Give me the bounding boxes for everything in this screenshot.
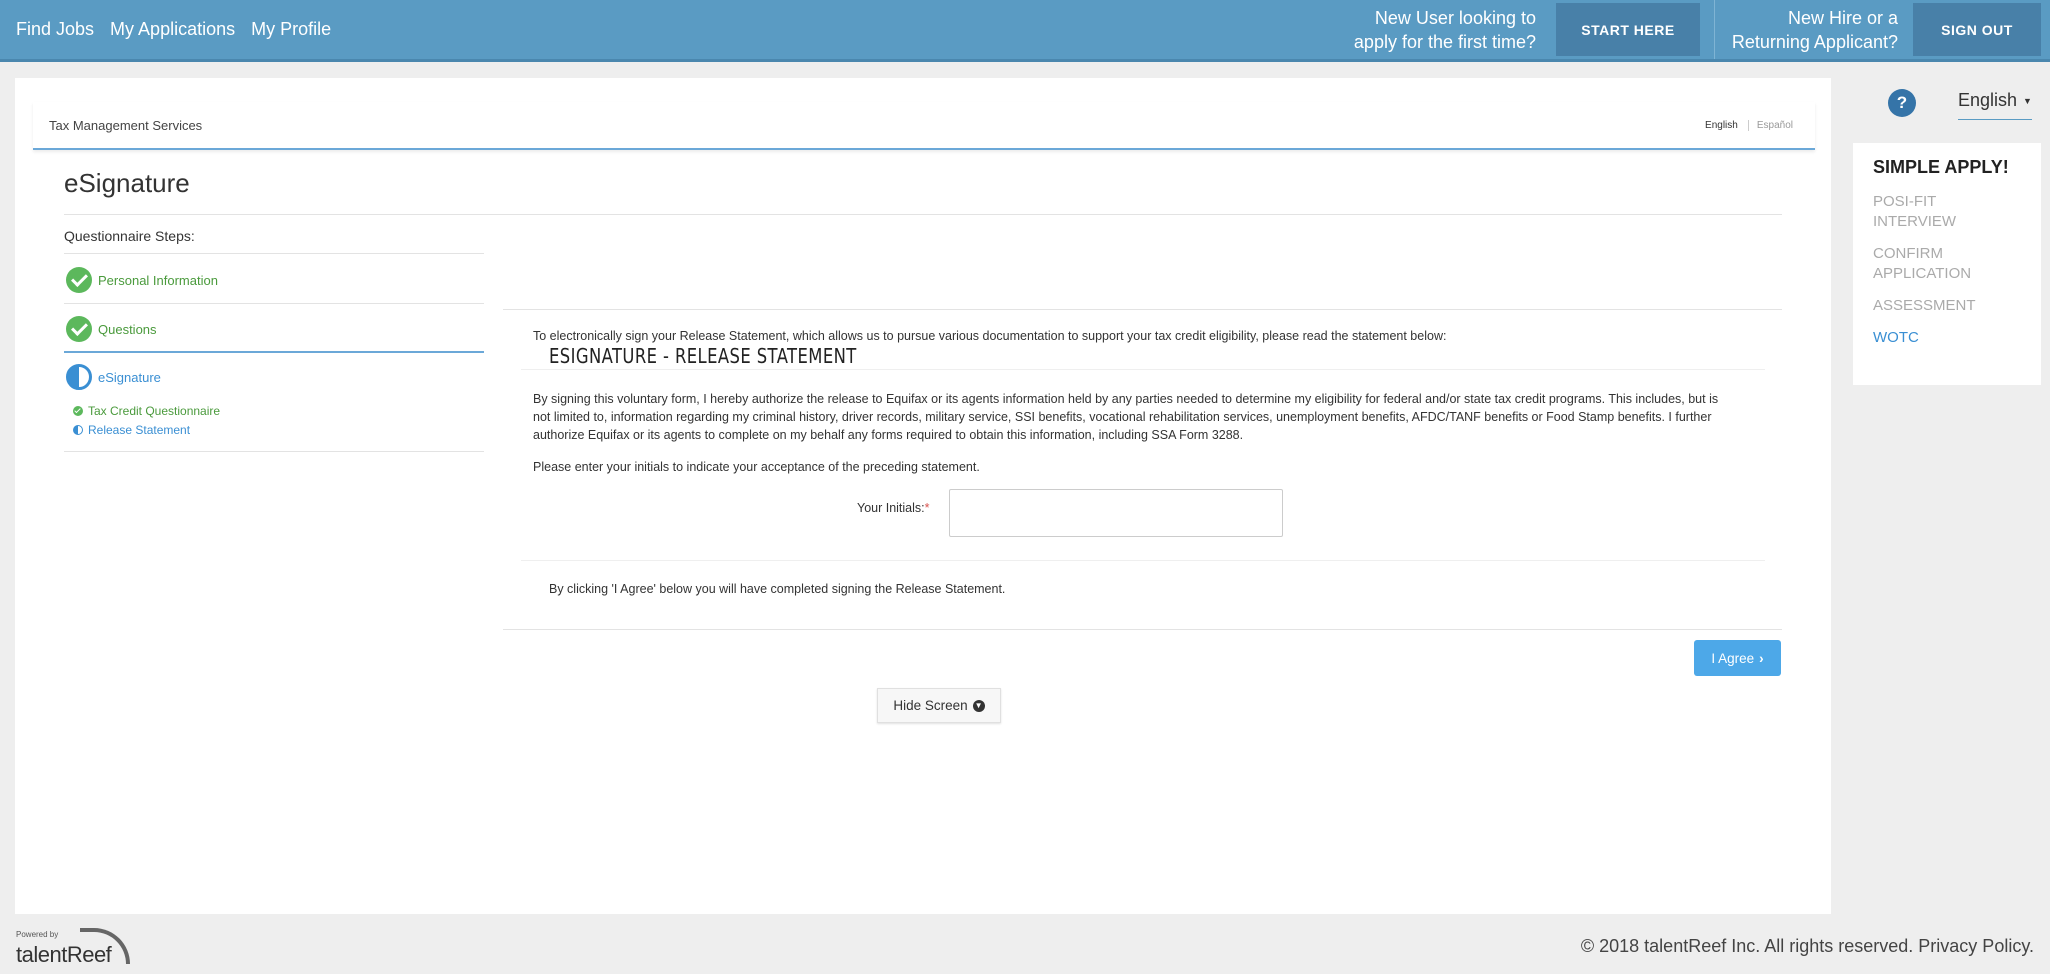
agree-note: By clicking 'I Agree' below you will hav… — [549, 582, 1006, 596]
initials-label: Your Initials:* — [857, 501, 930, 515]
copyright-text[interactable]: © 2018 talentReef Inc. All rights reserv… — [1581, 936, 2034, 957]
top-navigation-bar: Find Jobs My Applications My Profile New… — [0, 0, 2050, 62]
check-circle-icon — [73, 406, 83, 416]
chevron-right-icon: › — [1759, 650, 1764, 666]
apply-step-assessment: ASSESSMENT — [1873, 297, 1976, 314]
check-circle-icon — [66, 267, 92, 293]
talentreef-logo: talentReef — [16, 942, 112, 967]
initials-divider — [521, 560, 1765, 561]
substep-release-statement[interactable]: Release Statement — [73, 423, 190, 437]
returning-line1: New Hire or a — [1787, 8, 1898, 28]
substep-label: Tax Credit Questionnaire — [88, 404, 221, 418]
sign-out-button[interactable]: SIGN OUT — [1913, 3, 2041, 56]
returning-line2: Returning Applicant? — [1731, 32, 1898, 52]
intro-text: To electronically sign your Release Stat… — [533, 329, 1447, 343]
language-dropdown-value: English — [1958, 90, 2018, 110]
step-questions[interactable]: Questions — [66, 316, 157, 342]
nav-my-profile[interactable]: My Profile — [251, 19, 331, 40]
simple-apply-title: SIMPLE APPLY! — [1873, 157, 2009, 177]
hide-button-label: Hide Screen — [893, 698, 968, 713]
new-user-line1: New User looking to — [1374, 8, 1536, 28]
half-circle-icon — [66, 364, 92, 390]
actions-divider — [503, 629, 1782, 630]
nav-find-jobs[interactable]: Find Jobs — [16, 19, 94, 40]
returning-applicant-prompt: New Hire or a Returning Applicant? — [1714, 6, 1898, 54]
lang-english-link[interactable]: English — [1705, 120, 1738, 131]
step-personal-information[interactable]: Personal Information — [66, 267, 218, 293]
new-user-prompt: New User looking to apply for the first … — [1330, 6, 1536, 54]
simple-apply-panel: SIMPLE APPLY! POSI-FIT INTERVIEW CONFIRM… — [1853, 143, 2041, 385]
initials-label-text: Your Initials: — [857, 501, 925, 515]
company-name: Tax Management Services — [49, 118, 203, 133]
caret-down-icon: ▼ — [2023, 96, 2032, 106]
steps-label: Questionnaire Steps: — [64, 228, 195, 244]
apply-step-confirm-application: CONFIRM APPLICATION — [1873, 245, 1972, 282]
circle-chevron-down-icon: ▼ — [972, 699, 985, 712]
apply-step-posi-fit: POSI-FIT INTERVIEW — [1873, 193, 1957, 230]
step-label: Personal Information — [98, 272, 218, 288]
step-divider-active — [64, 351, 484, 353]
step-divider — [64, 253, 484, 254]
step-label: eSignature — [98, 369, 161, 385]
new-user-line2: apply for the first time? — [1353, 32, 1536, 52]
half-circle-icon — [73, 425, 83, 435]
lang-espanol-link[interactable]: Español — [1747, 120, 1793, 131]
intro-divider — [521, 369, 1765, 370]
i-agree-button[interactable]: I Agree › — [1694, 640, 1781, 676]
step-divider — [64, 303, 484, 304]
section-title: ESIGNATURE - RELEASE STATEMENT — [549, 344, 857, 368]
powered-by-label: Powered by — [16, 930, 59, 939]
required-marker: * — [924, 501, 930, 515]
language-links: English Español — [1705, 120, 1793, 131]
hide-screen-button[interactable]: Hide Screen ▼ — [877, 688, 1001, 723]
step-divider — [64, 451, 484, 452]
substep-tax-credit-questionnaire[interactable]: Tax Credit Questionnaire — [73, 404, 220, 418]
title-divider — [64, 214, 1782, 215]
initials-input[interactable] — [949, 489, 1283, 537]
page-title: eSignature — [64, 168, 190, 198]
main-nav: Find Jobs My Applications My Profile — [16, 0, 331, 59]
card-header: Tax Management Services English Español — [33, 102, 1815, 150]
agree-button-label: I Agree — [1711, 650, 1755, 666]
initials-prompt: Please enter your initials to indicate y… — [533, 460, 980, 474]
step-label: Questions — [98, 321, 157, 337]
step-esignature[interactable]: eSignature — [66, 364, 161, 390]
language-dropdown[interactable]: English ▼ — [1958, 90, 2032, 120]
nav-my-applications[interactable]: My Applications — [110, 19, 235, 40]
substep-label: Release Statement — [88, 423, 191, 437]
main-card: Tax Management Services English Español … — [15, 78, 1831, 914]
help-icon[interactable]: ? — [1888, 89, 1916, 117]
release-statement-text: By signing this voluntary form, I hereby… — [533, 392, 1719, 442]
section-divider — [503, 309, 1782, 310]
check-circle-icon — [66, 316, 92, 342]
start-here-button[interactable]: START HERE — [1556, 3, 1700, 56]
apply-step-wotc: WOTC — [1873, 329, 1919, 346]
